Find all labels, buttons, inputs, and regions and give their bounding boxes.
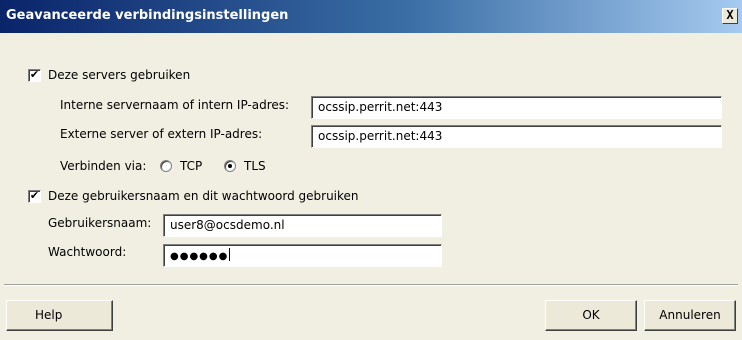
title-bar: Geavanceerde verbindingsinstellingen X: [0, 0, 742, 33]
help-button[interactable]: Help: [6, 300, 113, 331]
username-label: Gebruikersnaam:: [48, 216, 152, 230]
close-icon[interactable]: X: [722, 8, 738, 24]
use-credentials-label: Deze gebruikersnaam en dit wachtwoord ge…: [48, 189, 359, 203]
use-servers-label: Deze servers gebruiken: [48, 68, 191, 82]
internal-server-input[interactable]: ocssip.perrit.net:443: [311, 96, 722, 119]
external-server-label: Externe server of extern IP-adres:: [60, 127, 263, 141]
password-input[interactable]: ●●●●●●: [163, 244, 442, 267]
cancel-button[interactable]: Annuleren: [644, 300, 736, 331]
tls-radio-dot: [228, 164, 232, 168]
dialog-title: Geavanceerde verbindingsinstellingen: [6, 8, 289, 23]
footer-divider: [4, 284, 738, 286]
tcp-radio[interactable]: [160, 160, 172, 172]
external-server-input[interactable]: ocssip.perrit.net:443: [311, 125, 722, 148]
internal-server-label: Interne servernaam of intern IP-adres:: [60, 98, 290, 112]
text-caret: [229, 248, 231, 261]
ok-button[interactable]: OK: [545, 300, 637, 331]
password-value: ●●●●●●: [170, 251, 229, 262]
tcp-label[interactable]: TCP: [180, 159, 202, 173]
password-label: Wachtwoord:: [48, 245, 127, 259]
tls-label[interactable]: TLS: [244, 159, 266, 173]
connect-via-label: Verbinden via:: [60, 159, 147, 173]
tls-radio[interactable]: [224, 160, 236, 172]
use-credentials-checkbox[interactable]: ✔: [28, 190, 41, 203]
username-input[interactable]: user8@ocsdemo.nl: [163, 214, 442, 237]
use-servers-checkbox[interactable]: ✔: [28, 69, 41, 82]
